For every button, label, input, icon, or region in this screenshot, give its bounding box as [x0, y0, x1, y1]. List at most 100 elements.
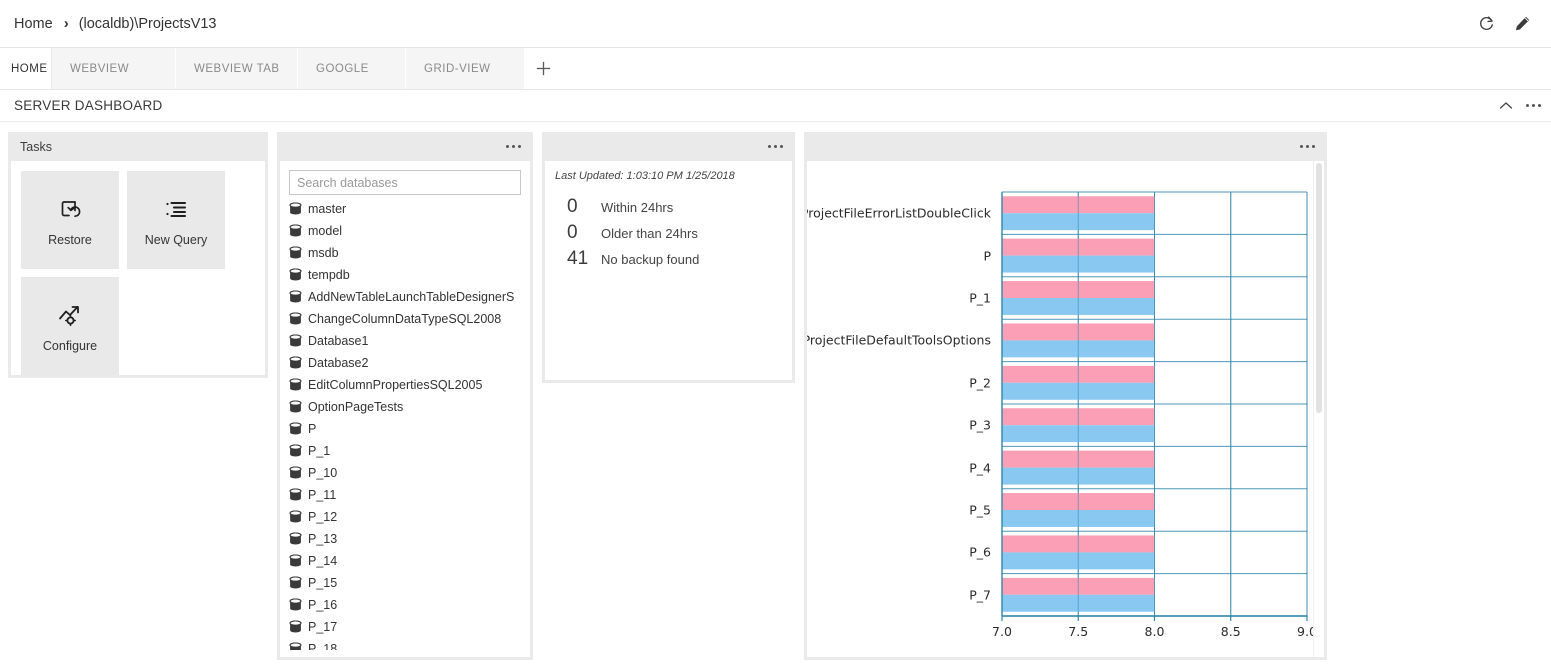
chart-more-icon[interactable] — [1300, 145, 1315, 148]
pencil-icon[interactable] — [1511, 13, 1533, 35]
tasks-widget-body: Restore New Query Configure — [11, 161, 265, 375]
database-icon — [289, 554, 302, 568]
chart-x-tick-label: 8.0 — [1144, 624, 1165, 639]
chart-widget-body: ProjectFileErrorListDoubleClick P P_1 Proje… — [807, 161, 1324, 657]
database-list-item[interactable]: AddNewTableLaunchTableDesignerS — [289, 286, 521, 308]
database-icon — [289, 532, 302, 546]
database-list-item[interactable]: P_15 — [289, 572, 521, 594]
database-list-item[interactable]: P_16 — [289, 594, 521, 616]
database-name: Database2 — [308, 356, 369, 370]
backup-label: Within 24hrs — [601, 200, 674, 215]
database-icon — [289, 598, 302, 612]
database-name: P_17 — [308, 620, 338, 634]
chart-category-label: P_7 — [969, 587, 991, 603]
database-list-item[interactable]: P_1 — [289, 440, 521, 462]
tasks-widget-title: Tasks — [20, 139, 52, 154]
database-list-item[interactable]: P — [289, 418, 521, 440]
add-tab-button[interactable] — [527, 48, 559, 89]
task-configure-button[interactable]: Configure — [21, 277, 119, 375]
database-list-item[interactable]: Database2 — [289, 352, 521, 374]
database-icon — [289, 356, 302, 370]
task-label: New Query — [144, 232, 208, 247]
last-updated-text: Last Updated: 1:03:10 PM 1/25/2018 — [555, 170, 735, 182]
tab-google[interactable]: GOOGLE — [298, 48, 406, 89]
task-grid: Restore New Query Configure — [11, 171, 265, 375]
database-name: model — [308, 224, 343, 238]
breadcrumb-actions — [1475, 13, 1541, 35]
database-name: OptionPageTests — [308, 400, 404, 414]
dashboard-header: SERVER DASHBOARD — [0, 90, 1551, 122]
database-list-item[interactable]: EditColumnPropertiesSQL2005 — [289, 374, 521, 396]
backup-widget-body: Last Updated: 1:03:10 PM 1/25/2018 0 Wit… — [545, 161, 792, 380]
database-list-item[interactable]: P_17 — [289, 616, 521, 638]
database-name: P_10 — [308, 466, 338, 480]
chart-category-label: P_4 — [969, 460, 991, 476]
backup-rows: 0 Within 24hrs 0 Older than 24hrs 41 No … — [555, 196, 782, 270]
database-icon — [289, 334, 302, 348]
database-icon — [289, 400, 302, 414]
database-list-item[interactable]: P_14 — [289, 550, 521, 572]
database-icon — [289, 290, 302, 304]
tab-label: GOOGLE — [316, 62, 369, 75]
database-list-item[interactable]: P_18 — [289, 638, 521, 650]
task-new-query-button[interactable]: New Query — [127, 171, 225, 269]
database-name: P_16 — [308, 598, 338, 612]
database-icon — [289, 422, 302, 436]
search-databases-input[interactable] — [289, 170, 521, 195]
database-list-item[interactable]: master — [289, 198, 521, 220]
chart-category-label: P — [983, 248, 991, 264]
backup-row[interactable]: 41 No backup found — [567, 248, 782, 270]
tab-grid-view[interactable]: GRID-VIEW — [406, 48, 525, 89]
dashboard-more-icon[interactable] — [1526, 104, 1541, 107]
chart-scrollbar-thumb[interactable] — [1316, 163, 1322, 413]
database-list-item[interactable]: P_12 — [289, 506, 521, 528]
tab-webview[interactable]: WEBVIEW — [52, 48, 176, 89]
chart-scrollbar-track[interactable] — [1313, 161, 1324, 657]
tab-webview-tab[interactable]: WEBVIEW TAB — [176, 48, 298, 89]
database-list-item[interactable]: Database1 — [289, 330, 521, 352]
backup-row[interactable]: 0 Within 24hrs — [567, 196, 782, 218]
backup-more-icon[interactable] — [768, 145, 783, 148]
widget-row: Tasks Restore New Query Configure Search… — [0, 122, 1551, 660]
chart-widget-header — [804, 132, 1327, 161]
chart-widget: ProjectFileErrorListDoubleClick P P_1 Proje… — [804, 132, 1327, 660]
tab-label: WEBVIEW TAB — [194, 62, 280, 75]
chart-category-label: P_3 — [969, 417, 991, 433]
database-list-item[interactable]: model — [289, 220, 521, 242]
database-icon — [289, 378, 302, 392]
chart-x-tick-label: 7.0 — [992, 624, 1012, 639]
breadcrumb-bar: Home › (localdb)\ProjectsV13 — [0, 0, 1551, 48]
restore-icon — [55, 194, 85, 224]
breadcrumb-current[interactable]: (localdb)\ProjectsV13 — [79, 16, 217, 32]
database-list-item[interactable]: P_13 — [289, 528, 521, 550]
chart-category-label: P_1 — [969, 290, 991, 306]
task-restore-button[interactable]: Restore — [21, 171, 119, 269]
database-list-item[interactable]: msdb — [289, 242, 521, 264]
backup-label: No backup found — [601, 251, 700, 267]
tab-label: HOME — [11, 62, 48, 75]
databases-more-icon[interactable] — [506, 145, 521, 148]
database-list-item[interactable]: ChangeColumnDataTypeSQL2008 — [289, 308, 521, 330]
breadcrumb-home[interactable]: Home — [14, 16, 53, 32]
breadcrumb-separator-icon: › — [63, 15, 69, 32]
database-list-item[interactable]: tempdb — [289, 264, 521, 286]
chevron-up-icon[interactable] — [1499, 101, 1513, 110]
tab-home[interactable]: HOME — [0, 48, 52, 89]
page-title: SERVER DASHBOARD — [14, 98, 163, 113]
database-name: P_12 — [308, 510, 338, 524]
databases-widget: master model msdb tempdb AddNewTableLaunchTa… — [277, 132, 533, 660]
backup-row[interactable]: 0 Older than 24hrs — [567, 222, 782, 244]
task-label: Configure — [42, 338, 98, 353]
backup-count: 41 — [567, 247, 589, 269]
task-label: Restore — [48, 232, 92, 247]
database-icon — [289, 202, 302, 216]
database-list-item[interactable]: P_10 — [289, 462, 521, 484]
refresh-icon[interactable] — [1475, 13, 1497, 35]
database-list[interactable]: master model msdb tempdb AddNewTableLaunchTa… — [289, 198, 521, 650]
database-list-item[interactable]: OptionPageTests — [289, 396, 521, 418]
database-list-item[interactable]: P_11 — [289, 484, 521, 506]
configure-icon — [55, 300, 85, 330]
backup-status-widget: Last Updated: 1:03:10 PM 1/25/2018 0 Wit… — [542, 132, 795, 383]
chart-scroll-container[interactable]: ProjectFileErrorListDoubleClick P P_1 Proje… — [807, 161, 1324, 657]
chart-category-label: P_6 — [969, 544, 991, 560]
